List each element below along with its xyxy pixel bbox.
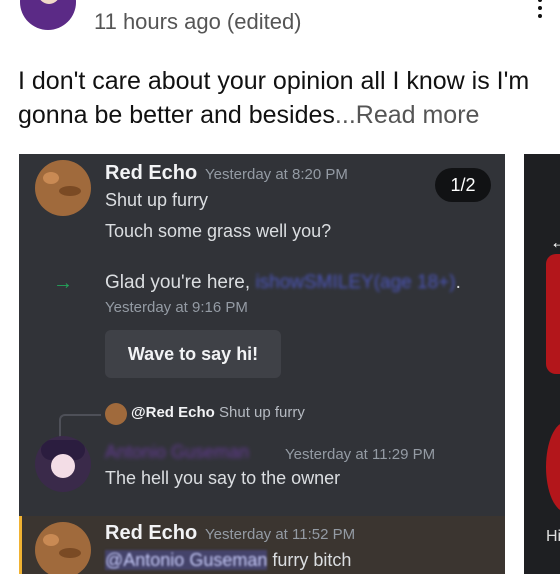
message-text: @Antonio Guseman furry bitch <box>105 550 351 571</box>
read-more-link[interactable]: Read more <box>356 101 480 129</box>
post-timestamp: 11 hours ago (edited) <box>94 9 302 34</box>
join-suffix: . <box>455 272 461 293</box>
image-counter-badge: 1/2 <box>435 168 491 202</box>
message-author: Red Echo <box>105 522 198 544</box>
avatar-face <box>51 454 75 478</box>
message-author: Antonio Guseman <box>105 442 250 462</box>
wave-button[interactable]: Wave to say hi! <box>105 330 281 378</box>
post-body: I don't care about your opinion all I kn… <box>18 64 548 132</box>
more-options-icon[interactable] <box>538 0 544 22</box>
reply-username[interactable]: @Red Echo <box>131 404 215 421</box>
message-time: Yesterday at 11:29 PM <box>285 446 436 463</box>
message-time: Yesterday at 11:52 PM <box>205 526 356 543</box>
antonio-avatar <box>35 436 91 492</box>
next-screenshot-card[interactable]: ← Hi <box>524 154 560 574</box>
avatar-face <box>38 0 60 4</box>
text: furry bitch <box>272 550 352 570</box>
mention: @Antonio Guseman <box>105 550 268 570</box>
side-text: Hi <box>546 528 560 545</box>
message-time: Yesterday at 8:20 PM <box>205 166 348 183</box>
discord-screenshot-card[interactable]: Red Echo Yesterday at 8:20 PM Shut up fu… <box>19 154 505 574</box>
back-arrow-icon: ← <box>550 232 560 252</box>
system-join-message: Glad you're here, ishowSMILEY(age 18+). <box>105 272 461 294</box>
joined-user: ishowSMILEY(age 18+) <box>255 272 456 293</box>
mention-highlight-bar <box>19 516 22 574</box>
post-ellipsis: ... <box>334 101 356 129</box>
red-block <box>546 254 560 374</box>
reply-preview[interactable]: Shut up furry <box>219 404 305 421</box>
post-author-avatar[interactable] <box>20 0 76 30</box>
message-text: Touch some grass well you? <box>105 221 332 241</box>
message-text: Shut up furry <box>105 190 209 210</box>
message-text: The hell you say to the owner <box>105 468 341 488</box>
red-echo-avatar <box>35 522 91 574</box>
message-time: Yesterday at 9:16 PM <box>105 299 248 316</box>
join-text: Glad you're here, <box>105 272 251 293</box>
message-author: Red Echo <box>105 162 198 184</box>
red-circle <box>546 422 560 512</box>
red-echo-avatar <box>35 160 91 216</box>
join-arrow-icon: → <box>53 272 73 294</box>
reply-avatar <box>105 403 127 425</box>
